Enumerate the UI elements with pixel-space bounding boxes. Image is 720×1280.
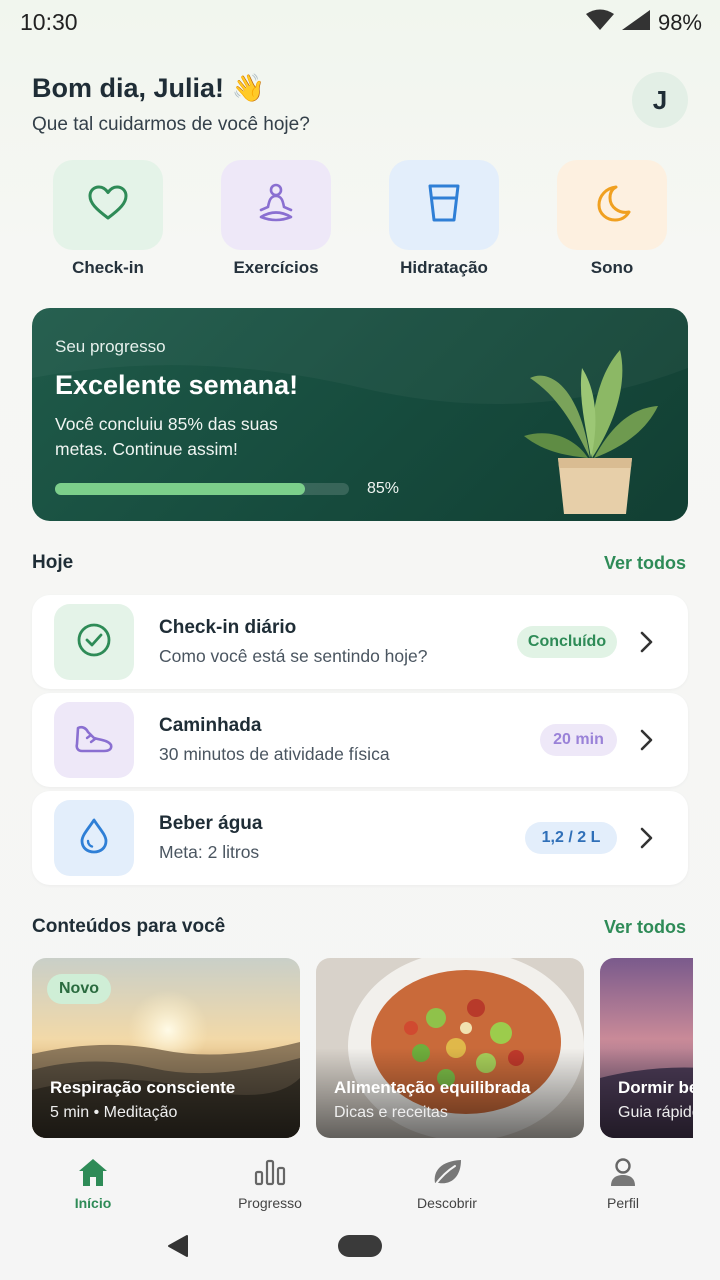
task-card-water[interactable]: Beber água Meta: 2 litros 1,2 / 2 L — [32, 791, 688, 885]
status-bar: 10:30 98% — [0, 0, 720, 46]
contents-see-all-link[interactable]: Ver todos — [604, 917, 686, 938]
greeting-title: Bom dia, Julia! 👋 — [32, 73, 266, 103]
progress-card-description: Você concluiu 85% das suas metas. Contin… — [55, 414, 278, 459]
chevron-right-icon — [636, 826, 656, 855]
nav-label: Início — [74, 1195, 112, 1211]
quick-action-hydration[interactable]: Hidratação — [388, 160, 500, 278]
content-card-sleep[interactable]: Dormir bem Guia rápido — [600, 958, 693, 1138]
status-badge: Concluído — [517, 626, 617, 658]
wifi-icon — [585, 9, 614, 36]
heart-icon — [88, 185, 128, 226]
quick-action-sleep[interactable]: Sono — [556, 160, 668, 278]
plant-illustration — [524, 350, 658, 514]
progress-bar-fill — [55, 483, 305, 495]
task-title: Beber água — [159, 813, 263, 834]
chevron-right-icon — [636, 728, 656, 757]
contents-section-title: Conteúdos para você — [32, 916, 226, 937]
check-circle-icon — [76, 622, 112, 663]
task-subtitle: 30 minutos de atividade física — [159, 744, 390, 764]
quick-action-label: Sono — [590, 258, 634, 277]
status-icons: 98% — [585, 9, 702, 36]
water-glass-icon — [426, 183, 462, 228]
new-badge: Novo — [47, 974, 111, 1004]
quick-action-label: Exercícios — [233, 258, 319, 277]
task-icon-tile — [54, 604, 134, 680]
signal-icon — [620, 9, 652, 36]
content-card-title: Alimentação equilibrada — [334, 1078, 531, 1097]
content-carousel[interactable]: Novo Respiração consciente 5 min • Medit… — [32, 958, 693, 1140]
nav-item-progress[interactable]: Progresso — [210, 1155, 330, 1211]
battery-percent: 98% — [657, 9, 702, 35]
content-card-title: Respiração consciente — [50, 1078, 236, 1097]
chevron-right-icon — [636, 630, 656, 659]
content-card-subtitle: 5 min • Meditação — [50, 1104, 178, 1121]
meditation-icon — [255, 183, 297, 228]
nav-label: Progresso — [238, 1195, 302, 1211]
duration-badge: 20 min — [540, 724, 617, 756]
quick-action-label: Hidratação — [400, 258, 488, 277]
content-card-subtitle: Guia rápido — [618, 1104, 693, 1121]
home-pill-button[interactable] — [338, 1235, 382, 1257]
bottom-navigation: Início Progresso Descobrir Perfil — [0, 1145, 720, 1225]
content-card-title: Dormir bem — [618, 1078, 693, 1097]
quick-tile — [53, 160, 163, 250]
water-drop-icon — [79, 818, 109, 859]
content-card-subtitle: Dicas e receitas — [334, 1104, 448, 1121]
task-subtitle: Como você está se sentindo hoje? — [159, 646, 428, 666]
task-icon-tile — [54, 800, 134, 876]
person-icon — [563, 1155, 683, 1189]
progress-card-label: Seu progresso — [55, 337, 166, 356]
home-icon — [33, 1155, 153, 1189]
back-icon[interactable] — [165, 1234, 189, 1263]
progress-card-title: Excelente semana! — [55, 370, 299, 400]
nav-label: Descobrir — [417, 1195, 477, 1211]
content-card-nutrition[interactable]: Alimentação equilibrada Dicas e receitas — [316, 958, 584, 1138]
task-title: Check-in diário — [159, 617, 297, 638]
nav-label: Perfil — [607, 1195, 639, 1211]
quick-action-checkin[interactable]: Check-in — [52, 160, 164, 278]
greeting-subtitle: Que tal cuidarmos de você hoje? — [32, 114, 310, 135]
sneaker-icon — [74, 722, 114, 759]
content-card-breathing[interactable]: Novo Respiração consciente 5 min • Medit… — [32, 958, 300, 1138]
progress-bar — [55, 483, 349, 495]
task-subtitle: Meta: 2 litros — [159, 842, 260, 862]
avatar[interactable]: J — [632, 72, 688, 128]
system-navigation-bar — [0, 1225, 720, 1280]
bar-chart-icon — [210, 1155, 330, 1189]
leaf-icon — [387, 1155, 507, 1189]
nav-item-discover[interactable]: Descobrir — [387, 1155, 507, 1211]
nav-item-home[interactable]: Início — [33, 1155, 153, 1211]
status-time: 10:30 — [20, 9, 78, 35]
nav-item-profile[interactable]: Perfil — [563, 1155, 683, 1211]
quick-tile — [557, 160, 667, 250]
quick-tile — [221, 160, 331, 250]
task-card-checkin[interactable]: Check-in diário Como você está se sentin… — [32, 595, 688, 689]
progress-percent: 85% — [367, 480, 400, 497]
task-card-walk[interactable]: Caminhada 30 minutos de atividade física… — [32, 693, 688, 787]
quick-action-label: Check-in — [72, 258, 144, 277]
task-icon-tile — [54, 702, 134, 778]
quick-action-exercises[interactable]: Exercícios — [220, 160, 332, 278]
task-title: Caminhada — [159, 715, 262, 736]
today-section-title: Hoje — [32, 552, 74, 573]
moon-icon — [592, 183, 632, 228]
quick-tile — [389, 160, 499, 250]
water-progress-badge: 1,2 / 2 L — [525, 822, 617, 854]
today-see-all-link[interactable]: Ver todos — [604, 553, 686, 574]
progress-card[interactable]: Seu progresso Excelente semana! Você con… — [32, 308, 688, 521]
